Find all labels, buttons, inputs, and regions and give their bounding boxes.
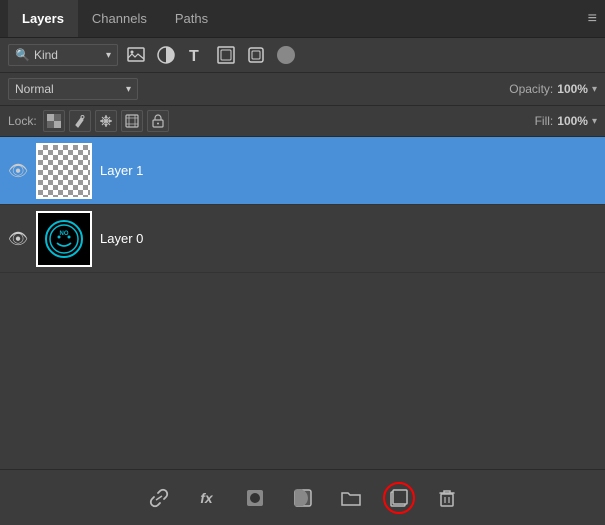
- opacity-value[interactable]: 100%: [557, 82, 588, 96]
- text-filter-icon[interactable]: T: [184, 43, 208, 67]
- layer-name: Layer 0: [100, 231, 597, 246]
- svg-text:NO: NO: [60, 231, 69, 237]
- opacity-group: Opacity: 100% ▾: [509, 82, 597, 96]
- kind-dropdown[interactable]: 🔍 Kind ▾: [8, 44, 118, 66]
- fill-arrow-icon[interactable]: ▾: [592, 116, 597, 127]
- link-button[interactable]: [143, 482, 175, 514]
- lock-toolbar: Lock:: [0, 106, 605, 137]
- layer-item[interactable]: 👁 Layer 1: [0, 137, 605, 205]
- layer-item[interactable]: 👁 NO Layer 0: [0, 205, 605, 273]
- search-icon: 🔍: [15, 48, 30, 62]
- lock-image-button[interactable]: [69, 110, 91, 132]
- blend-toolbar: Normal ▾ Opacity: 100% ▾: [0, 73, 605, 106]
- image-filter-icon[interactable]: [124, 43, 148, 67]
- smart-object-filter-icon[interactable]: [244, 43, 268, 67]
- filter-toolbar: 🔍 Kind ▾ T: [0, 38, 605, 73]
- new-group-button[interactable]: [335, 482, 367, 514]
- panel-menu-icon[interactable]: ≡: [588, 11, 597, 27]
- blend-dropdown-arrow-icon: ▾: [126, 84, 131, 95]
- tab-paths[interactable]: Paths: [161, 0, 222, 37]
- layer-name: Layer 1: [100, 163, 597, 178]
- tab-channels[interactable]: Channels: [78, 0, 161, 37]
- add-mask-button[interactable]: [287, 482, 319, 514]
- fx-button[interactable]: fx: [191, 482, 223, 514]
- layer-visibility-icon[interactable]: 👁: [8, 229, 28, 249]
- adjustment-filter-icon[interactable]: [154, 43, 178, 67]
- fill-group: Fill: 100% ▾: [535, 114, 597, 128]
- layer-thumbnail: [36, 143, 92, 199]
- lock-artboard-button[interactable]: [121, 110, 143, 132]
- opacity-arrow-icon[interactable]: ▾: [592, 84, 597, 95]
- layer-thumbnail: NO: [36, 211, 92, 267]
- tab-bar: Layers Channels Paths ≡: [0, 0, 605, 38]
- layers-list: 👁 Layer 1 👁 NO Layer 0: [0, 137, 605, 469]
- tab-layers[interactable]: Layers: [8, 0, 78, 37]
- delete-layer-button[interactable]: [431, 482, 463, 514]
- layer-visibility-icon[interactable]: 👁: [8, 161, 28, 181]
- lock-transparent-button[interactable]: [43, 110, 65, 132]
- blend-mode-dropdown[interactable]: Normal ▾: [8, 78, 138, 100]
- fill-value[interactable]: 100%: [557, 114, 588, 128]
- dropdown-arrow-icon: ▾: [106, 50, 111, 61]
- lock-position-button[interactable]: [95, 110, 117, 132]
- new-adjustment-button[interactable]: [239, 482, 271, 514]
- shape-filter-icon[interactable]: [214, 43, 238, 67]
- new-layer-button[interactable]: [383, 482, 415, 514]
- svg-text:T: T: [189, 48, 199, 65]
- bottom-toolbar: fx: [0, 469, 605, 525]
- pixel-filter-icon[interactable]: [274, 43, 298, 67]
- layers-panel: Layers Channels Paths ≡ 🔍 Kind ▾: [0, 0, 605, 525]
- lock-all-button[interactable]: [147, 110, 169, 132]
